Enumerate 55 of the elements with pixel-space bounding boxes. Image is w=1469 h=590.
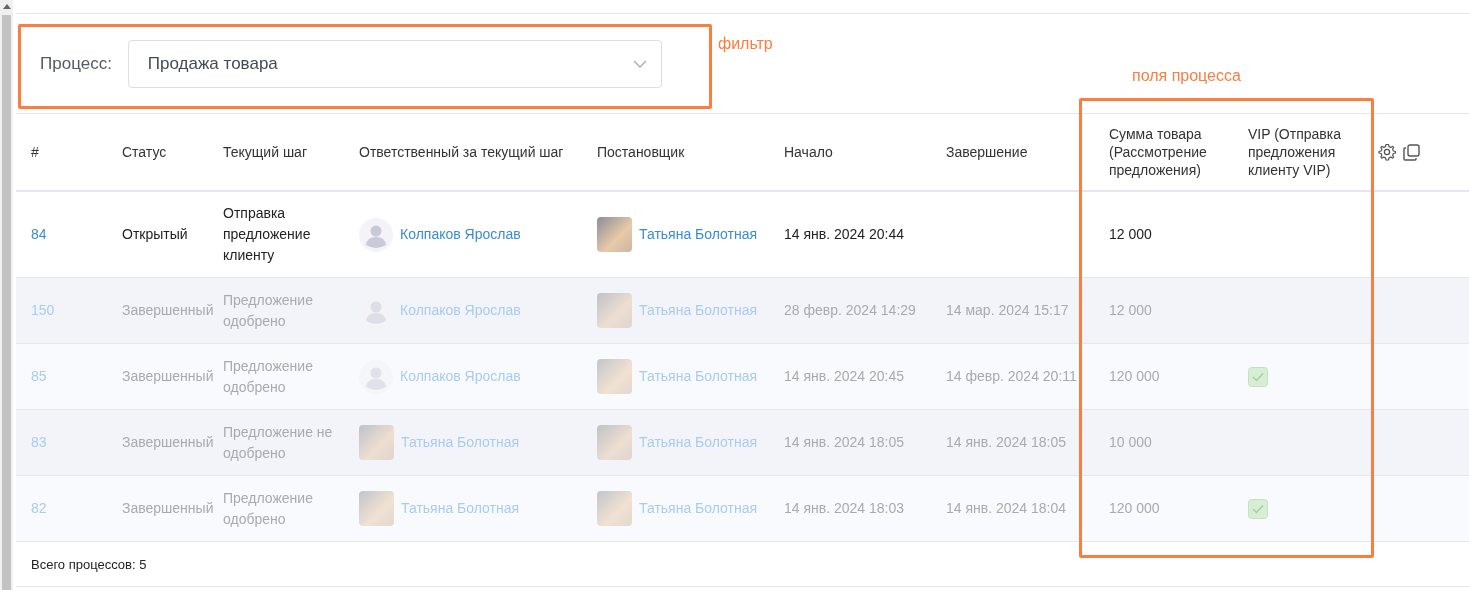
column-header[interactable]: Завершение [946, 143, 1109, 161]
amount-text: 120 000 [1109, 367, 1161, 386]
date-text: 14 мар. 2024 15:17 [946, 301, 1070, 320]
scrollbar-thumb[interactable] [2, 15, 11, 590]
amount-text: 120 000 [1109, 499, 1161, 518]
photo-placeholder [597, 425, 632, 460]
annotation-label: поля процесса [1132, 67, 1241, 85]
column-header[interactable]: Постановщик [597, 143, 784, 161]
column-header[interactable]: Текущий шаг [223, 143, 359, 161]
column-header[interactable]: VIP (Отправка предложения клиенту VIP) [1248, 125, 1378, 179]
amount-text: 12 000 [1109, 301, 1153, 320]
amount-text: 12 000 [1109, 225, 1153, 244]
process-id-link[interactable]: 84 [31, 224, 122, 245]
column-header[interactable]: # [31, 143, 122, 161]
person-link[interactable]: Татьяна Болотная [639, 224, 758, 245]
column-header[interactable]: Сумма товара (Рассмотрение предложения) [1109, 125, 1248, 179]
date-text: 14 янв. 2024 20:44 [784, 225, 906, 244]
person-link[interactable]: Колпаков Ярослав [400, 224, 521, 245]
avatar-icon [359, 217, 393, 252]
scrollbar[interactable] [0, 0, 13, 590]
status-text: Завершенный [122, 499, 215, 518]
date-text: 14 янв. 2024 18:05 [946, 433, 1068, 452]
chevron-down-icon [632, 59, 647, 68]
date-text: 28 февр. 2024 14:29 [784, 301, 917, 320]
amount-text: 10 000 [1109, 433, 1153, 452]
photo-placeholder [597, 217, 632, 252]
photo-placeholder [359, 425, 394, 460]
date-text: 14 янв. 2024 18:05 [784, 433, 906, 452]
date-text: 14 февр. 2024 20:11 [946, 367, 1078, 386]
status-text: Завершенный [122, 367, 215, 386]
column-header[interactable]: Начало [784, 143, 946, 161]
status-text: Завершенный [122, 433, 215, 452]
step-text: Предложение одобрено [223, 356, 314, 397]
annotation-label: фильтр [718, 35, 773, 53]
photo-placeholder [597, 293, 632, 328]
step-text: Предложение одобрено [223, 290, 314, 331]
photo-placeholder [597, 359, 632, 394]
date-text: 14 янв. 2024 18:03 [784, 499, 906, 518]
total-count-text: Всего процессов: 5 [31, 556, 147, 572]
copy-icon[interactable] [1403, 143, 1420, 161]
photo-placeholder [597, 491, 632, 526]
filter-label: Процесс: [40, 53, 112, 74]
column-header[interactable]: Статус [122, 143, 223, 161]
step-text: Предложение не одобрено [223, 422, 334, 463]
status-text: Открытый [122, 225, 189, 244]
status-text: Завершенный [122, 301, 215, 320]
process-dropdown[interactable]: Продажа товара [127, 39, 662, 88]
step-text: Предложение одобрено [223, 488, 314, 529]
settings-icon[interactable] [1378, 142, 1397, 162]
column-header[interactable]: Ответственный за текущий шаг [359, 143, 597, 161]
date-text: 14 янв. 2024 20:45 [784, 367, 906, 386]
scroll-up-icon[interactable] [2, 4, 11, 9]
step-text: Отправка предложение клиенту [223, 204, 312, 265]
date-text: 14 янв. 2024 18:04 [946, 499, 1068, 518]
photo-placeholder [359, 491, 394, 526]
